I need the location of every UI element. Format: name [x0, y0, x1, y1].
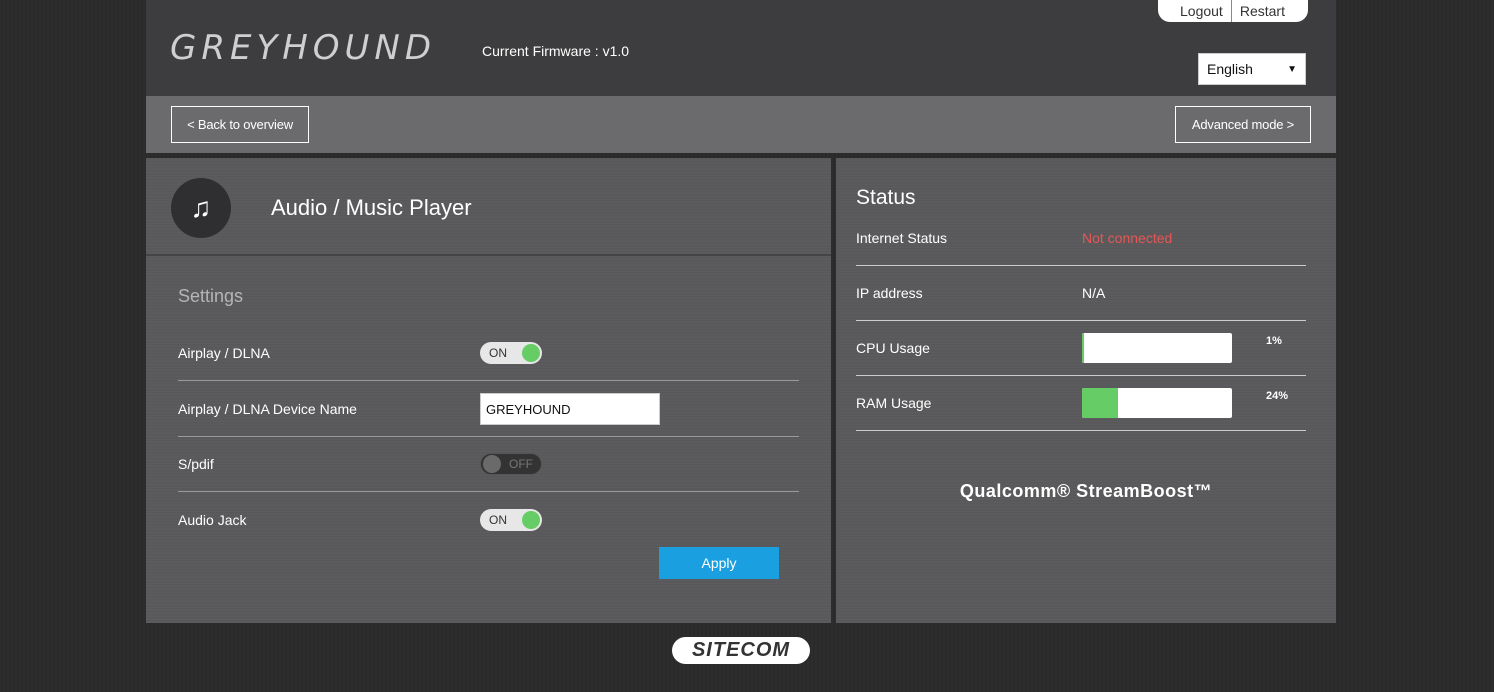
device-name-label: Airplay / DLNA Device Name	[178, 401, 357, 417]
toggle-knob	[522, 344, 540, 362]
airplay-toggle[interactable]: ON	[480, 342, 542, 364]
ip-address-label: IP address	[856, 285, 923, 301]
ram-usage-fill	[1082, 388, 1118, 418]
spdif-toggle[interactable]: OFF	[480, 453, 542, 475]
greyhound-logo: GREYHOUND	[170, 28, 437, 68]
cpu-usage-label: CPU Usage	[856, 340, 930, 356]
audio-jack-label: Audio Jack	[178, 511, 247, 528]
internet-status-value: Not connected	[1082, 230, 1173, 246]
ram-usage-value: 24%	[1266, 390, 1289, 402]
session-tab: Logout Restart	[1158, 0, 1308, 22]
audio-settings-panel: ♫ Audio / Music Player Settings Airplay …	[146, 158, 831, 623]
toolbar: < Back to overview Advanced mode >	[146, 96, 1336, 153]
chevron-down-icon: ▼	[1287, 63, 1297, 75]
cpu-usage-bar	[1082, 333, 1232, 363]
status-panel: Status Internet Status Not connected IP …	[836, 158, 1336, 623]
advanced-mode-button[interactable]: Advanced mode >	[1175, 106, 1311, 143]
airplay-label: Airplay / DLNA	[178, 345, 270, 361]
cpu-usage-value: 1%	[1266, 335, 1282, 347]
page-title: Audio / Music Player	[271, 195, 472, 220]
setting-row-airplay: Airplay / DLNA ON	[178, 326, 799, 381]
status-row-internet: Internet Status Not connected	[856, 211, 1306, 266]
status-heading: Status	[856, 186, 916, 209]
ram-usage-bar	[1082, 388, 1232, 418]
qualcomm-streamboost-logo: Qualcomm® StreamBoost™	[959, 481, 1213, 501]
internet-status-label: Internet Status	[856, 230, 948, 246]
device-name-input[interactable]	[480, 393, 660, 425]
back-to-overview-button[interactable]: < Back to overview	[171, 106, 309, 143]
status-row-ip: IP address N/A	[856, 266, 1306, 321]
main-frame: GREYHOUND Current Firmware : v1.0 Logout…	[146, 0, 1336, 623]
language-select[interactable]: English ▼	[1198, 53, 1306, 85]
status-row-cpu: CPU Usage 1%	[856, 321, 1306, 376]
setting-row-audio-jack: Audio Jack ON	[178, 492, 799, 547]
firmware-version: Current Firmware : v1.0	[482, 43, 630, 59]
restart-link[interactable]: Restart	[1232, 0, 1293, 22]
setting-row-spdif: S/pdif OFF	[178, 437, 799, 492]
music-note-icon: ♫	[171, 178, 231, 238]
header: GREYHOUND Current Firmware : v1.0 Logout…	[146, 0, 1336, 96]
settings-heading: Settings	[178, 286, 244, 306]
status-row-ram: RAM Usage 24%	[856, 376, 1306, 431]
logout-link[interactable]: Logout	[1158, 0, 1231, 22]
apply-button[interactable]: Apply	[659, 547, 779, 579]
toggle-state: ON	[489, 512, 507, 527]
toggle-state: OFF	[509, 457, 533, 471]
toggle-knob	[483, 455, 501, 473]
sitecom-logo: SITECOM	[672, 637, 810, 664]
ram-usage-label: RAM Usage	[856, 395, 932, 411]
language-value: English	[1207, 61, 1253, 77]
spdif-label: S/pdif	[178, 456, 214, 472]
ip-address-value: N/A	[1082, 285, 1106, 301]
toggle-state: ON	[489, 346, 507, 360]
toggle-knob	[522, 510, 540, 529]
setting-row-device-name: Airplay / DLNA Device Name	[178, 382, 799, 437]
audio-jack-toggle[interactable]: ON	[480, 508, 542, 531]
panel-header: ♫ Audio / Music Player	[146, 158, 831, 256]
cpu-usage-fill	[1082, 333, 1084, 363]
